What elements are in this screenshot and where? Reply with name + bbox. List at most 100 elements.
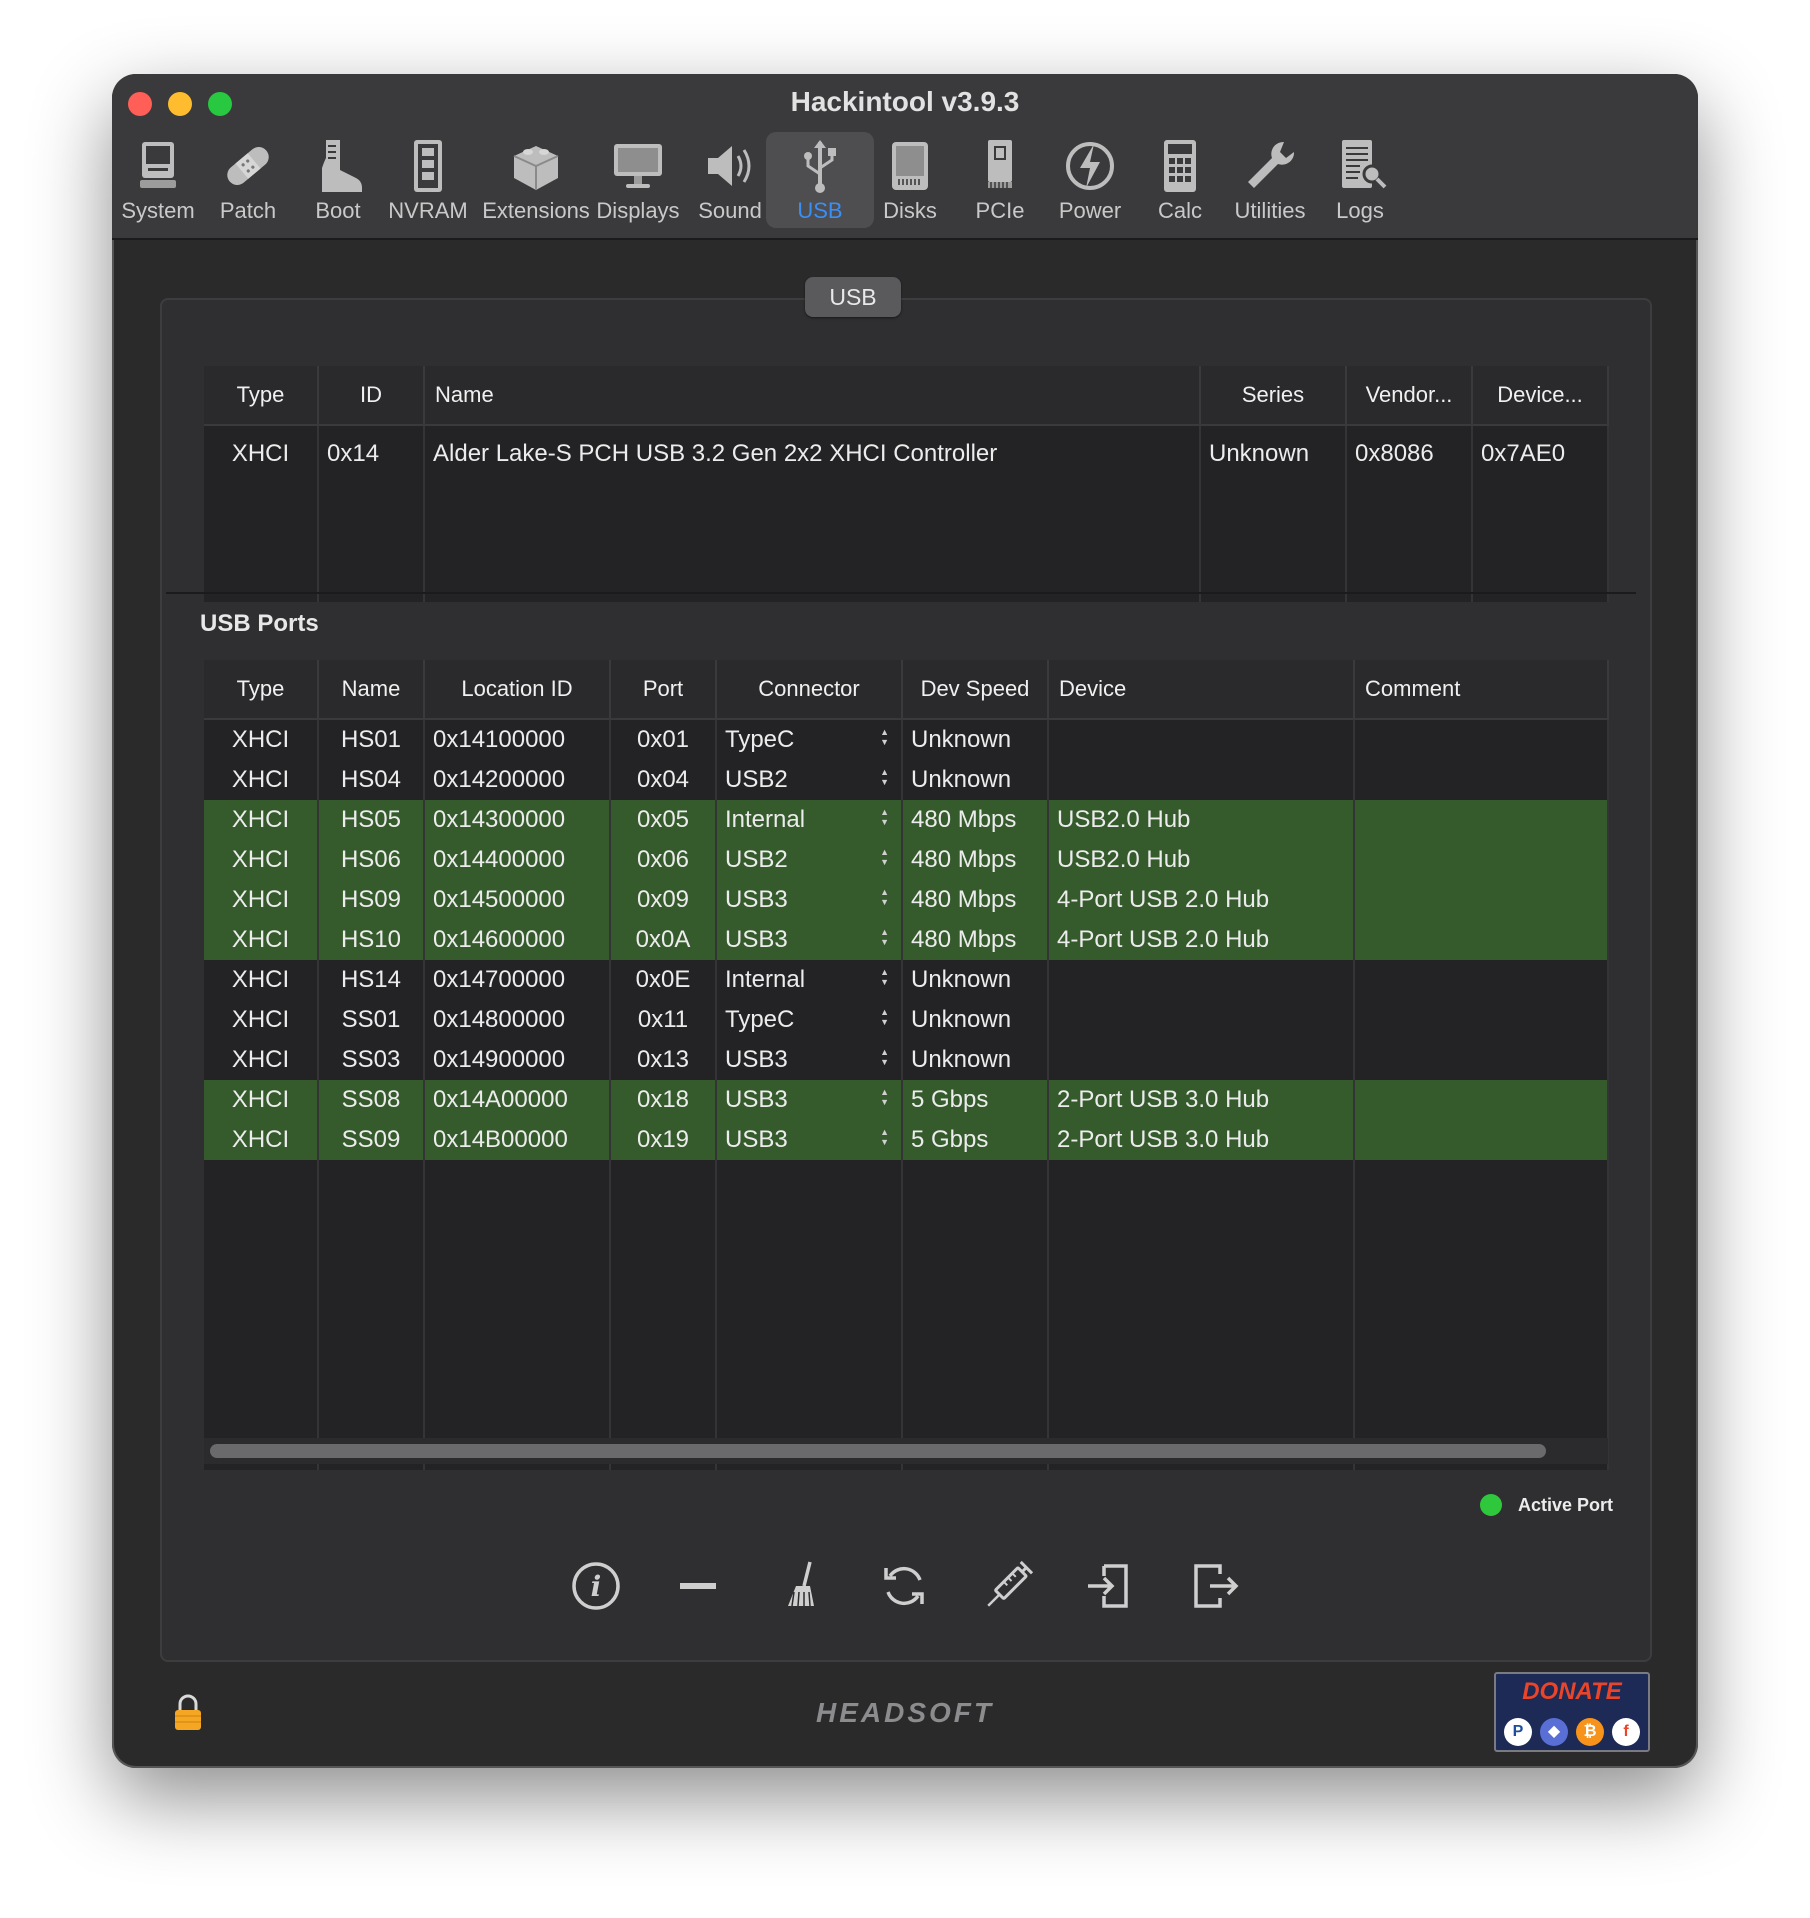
column-header[interactable]: ID <box>318 366 425 426</box>
connector-select[interactable]: USB3 ▲ ▼ <box>716 1040 903 1080</box>
connector-select[interactable]: TypeC ▲ ▼ <box>716 1000 903 1040</box>
column-header[interactable]: Comment <box>1354 660 1609 720</box>
table-cell: XHCI <box>204 880 319 920</box>
controllers-table[interactable]: Type ID Name Series Vendor... Device... … <box>204 366 1609 602</box>
column-header[interactable]: Location ID <box>424 660 611 720</box>
info-button[interactable]: i <box>566 1556 626 1616</box>
connector-select[interactable]: Internal ▲ ▼ <box>716 960 903 1000</box>
table-row[interactable]: XHCI SS08 0x14A00000 0x18 USB3 ▲ ▼ 5 Gbps 2-Port… <box>204 1080 1609 1120</box>
column-header[interactable]: Series <box>1200 366 1347 426</box>
column-header[interactable]: Name <box>424 366 1201 426</box>
section-title: USB Ports <box>200 610 319 637</box>
comment-cell[interactable] <box>1354 760 1609 800</box>
lock-icon[interactable] <box>172 1694 204 1732</box>
column-header[interactable]: Device... <box>1472 366 1609 426</box>
horizontal-scrollbar[interactable] <box>204 1438 1608 1464</box>
connector-select[interactable]: Internal ▲ ▼ <box>716 800 903 840</box>
table-row[interactable]: XHCI SS01 0x14800000 0x11 TypeC ▲ ▼ Unknown <box>204 1000 1609 1040</box>
table-cell: 4-Port USB 2.0 Hub <box>1048 880 1355 920</box>
export-button[interactable] <box>1184 1556 1244 1616</box>
refresh-icon <box>884 1566 924 1606</box>
column-header[interactable]: Dev Speed <box>902 660 1049 720</box>
connector-select[interactable]: USB3 ▲ ▼ <box>716 920 903 960</box>
connector-select[interactable]: USB3 ▲ ▼ <box>716 1080 903 1120</box>
column-header[interactable]: Name <box>318 660 425 720</box>
table-row[interactable]: XHCI 0x14 Alder Lake-S PCH USB 3.2 Gen 2… <box>204 425 1609 479</box>
up-down-chevron-icon: ▲ ▼ <box>880 807 889 827</box>
clear-button[interactable] <box>772 1556 832 1616</box>
refresh-button[interactable] <box>874 1556 934 1616</box>
up-down-chevron-icon: ▲ ▼ <box>880 1087 889 1107</box>
table-cell: Alder Lake-S PCH USB 3.2 Gen 2x2 XHCI Co… <box>424 425 1201 479</box>
donate-button[interactable]: DONATE P ◆ ₿ f <box>1494 1672 1650 1752</box>
comment-cell[interactable] <box>1354 1040 1609 1080</box>
comment-cell[interactable] <box>1354 960 1609 1000</box>
table-cell: Unknown <box>902 1040 1049 1080</box>
section-divider <box>166 592 1636 594</box>
comment-cell[interactable] <box>1354 920 1609 960</box>
inject-button[interactable] <box>978 1556 1038 1616</box>
comment-cell[interactable] <box>1354 1120 1609 1160</box>
table-cell: 0x14900000 <box>424 1040 611 1080</box>
column-header[interactable]: Connector <box>716 660 903 720</box>
table-row[interactable]: XHCI HS14 0x14700000 0x0E Internal ▲ ▼ Unknown <box>204 960 1609 1000</box>
tab-extensions[interactable]: Extensions <box>476 132 596 228</box>
table-cell: HS14 <box>318 960 425 1000</box>
other-currency-icon: f <box>1612 1718 1640 1746</box>
wrench-icon <box>1248 141 1295 188</box>
table-row[interactable]: XHCI HS04 0x14200000 0x04 USB2 ▲ ▼ Unknown <box>204 760 1609 800</box>
empty-row <box>204 479 1609 602</box>
column-header[interactable]: Port <box>610 660 717 720</box>
table-cell: XHCI <box>204 1000 319 1040</box>
memory-icon <box>414 140 442 192</box>
comment-cell[interactable] <box>1354 840 1609 880</box>
paypal-icon: P <box>1504 1718 1532 1746</box>
donate-label: DONATE <box>1522 1678 1622 1705</box>
table-cell: SS01 <box>318 1000 425 1040</box>
table-row[interactable]: XHCI SS09 0x14B00000 0x19 USB3 ▲ ▼ 5 Gbps 2-Port… <box>204 1120 1609 1160</box>
table-cell: USB2.0 Hub <box>1048 800 1355 840</box>
table-cell: XHCI <box>204 760 319 800</box>
remove-button[interactable] <box>668 1556 728 1616</box>
column-header[interactable]: Device <box>1048 660 1355 720</box>
connector-value: USB3 <box>725 1046 788 1073</box>
usb-ports-table[interactable]: Type Name Location ID Port Connector Dev… <box>204 660 1609 1470</box>
connector-select[interactable]: USB3 ▲ ▼ <box>716 880 903 920</box>
comment-cell[interactable] <box>1354 719 1609 760</box>
table-row[interactable]: XHCI HS01 0x14100000 0x01 TypeC ▲ ▼ Unknown <box>204 719 1609 760</box>
table-cell: HS01 <box>318 719 425 760</box>
connector-select[interactable]: TypeC ▲ ▼ <box>716 719 903 760</box>
toolbar: System Patch Boot NVRAM Extensions Displ… <box>112 132 1698 236</box>
table-cell <box>1048 1040 1355 1080</box>
table-row[interactable]: XHCI HS10 0x14600000 0x0A USB3 ▲ ▼ 480 Mbps 4-Po… <box>204 920 1609 960</box>
column-header[interactable]: Type <box>204 366 319 426</box>
comment-cell[interactable] <box>1354 1080 1609 1120</box>
table-row[interactable]: XHCI HS05 0x14300000 0x05 Internal ▲ ▼ 480 Mbps… <box>204 800 1609 840</box>
scrollbar-thumb[interactable] <box>210 1444 1546 1458</box>
table-cell: 0x14600000 <box>424 920 611 960</box>
tab-logs[interactable]: Logs <box>1306 132 1414 228</box>
table-cell: 0x19 <box>610 1120 717 1160</box>
table-cell <box>1048 719 1355 760</box>
connector-select[interactable]: USB3 ▲ ▼ <box>716 1120 903 1160</box>
table-row[interactable]: XHCI HS06 0x14400000 0x06 USB2 ▲ ▼ 480 Mbps USB2… <box>204 840 1609 880</box>
connector-value: USB3 <box>725 1126 788 1153</box>
comment-cell[interactable] <box>1354 800 1609 840</box>
comment-cell[interactable] <box>1354 1000 1609 1040</box>
connector-select[interactable]: USB2 ▲ ▼ <box>716 760 903 800</box>
table-cell <box>1048 1000 1355 1040</box>
syringe-icon <box>987 1560 1034 1607</box>
import-button[interactable] <box>1080 1556 1140 1616</box>
table-row[interactable]: XHCI HS09 0x14500000 0x09 USB3 ▲ ▼ 480 Mbps 4-Po… <box>204 880 1609 920</box>
tab-nvram[interactable]: NVRAM <box>374 132 482 228</box>
tab-label: Logs <box>1336 198 1384 223</box>
comment-cell[interactable] <box>1354 880 1609 920</box>
connector-value: USB3 <box>725 926 788 953</box>
table-cell: SS03 <box>318 1040 425 1080</box>
column-header[interactable]: Type <box>204 660 319 720</box>
connector-select[interactable]: USB2 ▲ ▼ <box>716 840 903 880</box>
table-cell: 0x14100000 <box>424 719 611 760</box>
connector-value: Internal <box>725 806 806 833</box>
column-header[interactable]: Vendor... <box>1346 366 1473 426</box>
table-row[interactable]: XHCI SS03 0x14900000 0x13 USB3 ▲ ▼ Unknown <box>204 1040 1609 1080</box>
